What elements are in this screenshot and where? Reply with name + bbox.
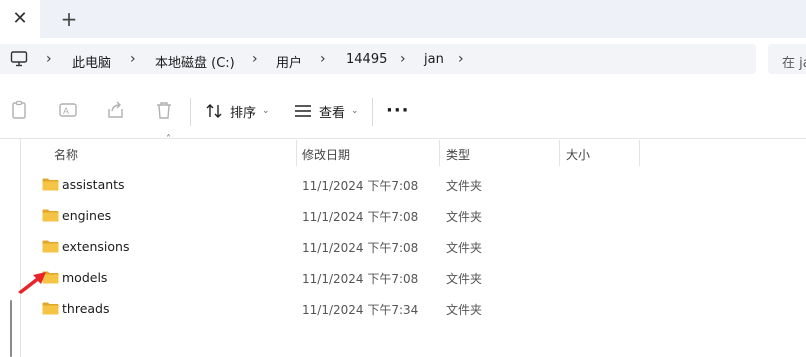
file-type: 文件夹 — [446, 179, 483, 193]
folder-icon — [42, 209, 59, 222]
delete-icon[interactable] — [154, 100, 174, 120]
file-name: assistants — [62, 177, 125, 192]
scrollbar[interactable] — [10, 300, 12, 357]
search-placeholder: 在 ja — [782, 56, 806, 71]
column-header-type[interactable]: 类型 — [446, 146, 470, 163]
breadcrumb-this-pc[interactable]: 此电脑 — [72, 52, 111, 71]
toolbar-separator — [190, 98, 191, 126]
file-row-threads[interactable]: threads 11/1/2024 下午7:34 文件夹 — [30, 294, 806, 324]
rename-icon[interactable]: A — [58, 100, 78, 120]
pane-divider — [20, 138, 21, 357]
column-divider[interactable] — [559, 140, 560, 166]
column-header-size[interactable]: 大小 — [566, 146, 590, 163]
file-name: models — [62, 270, 108, 285]
computer-icon[interactable] — [10, 50, 28, 68]
column-divider[interactable] — [439, 140, 440, 166]
file-type: 文件夹 — [446, 272, 483, 286]
chevron-right-icon[interactable]: › — [320, 51, 326, 67]
file-type: 文件夹 — [446, 241, 483, 255]
column-divider[interactable] — [296, 140, 297, 166]
file-modified: 11/1/2024 下午7:08 — [302, 272, 419, 286]
sort-ascending-icon: ˄ — [166, 134, 171, 145]
tab-bar — [0, 0, 806, 38]
file-type: 文件夹 — [446, 303, 483, 317]
svg-text:A: A — [63, 106, 69, 116]
file-type: 文件夹 — [446, 210, 483, 224]
chevron-right-icon[interactable]: › — [400, 51, 406, 67]
file-row-extensions[interactable]: extensions 11/1/2024 下午7:08 文件夹 — [30, 232, 806, 262]
toolbar-separator — [372, 98, 373, 126]
file-row-assistants[interactable]: assistants 11/1/2024 下午7:08 文件夹 — [30, 170, 806, 200]
red-arrow-annotation — [18, 272, 46, 294]
view-label: 查看 — [319, 105, 346, 121]
chevron-right-icon[interactable]: › — [252, 51, 258, 67]
column-divider[interactable] — [639, 140, 640, 166]
share-icon[interactable] — [106, 100, 126, 120]
file-modified: 11/1/2024 下午7:08 — [302, 179, 419, 193]
file-modified: 11/1/2024 下午7:34 — [302, 303, 419, 317]
file-row-models[interactable]: models 11/1/2024 下午7:08 文件夹 — [30, 263, 806, 293]
paste-icon[interactable] — [10, 100, 30, 120]
view-icon — [295, 105, 311, 117]
chevron-down-icon: ⌄ — [262, 106, 270, 116]
breadcrumb-local-disk[interactable]: 本地磁盘 (C:) — [155, 52, 235, 71]
sort-icon — [206, 104, 222, 118]
column-header-modified[interactable]: 修改日期 — [302, 146, 350, 163]
breadcrumb-user-folder[interactable]: 14495 — [346, 52, 387, 67]
breadcrumb-users[interactable]: 用户 — [276, 52, 302, 71]
sort-button[interactable]: 排序 ⌄ — [205, 100, 270, 122]
file-name: extensions — [62, 239, 130, 254]
close-icon[interactable]: ✕ — [12, 10, 27, 28]
file-modified: 11/1/2024 下午7:08 — [302, 241, 419, 255]
chevron-right-icon[interactable]: › — [458, 51, 464, 67]
view-button[interactable]: 查看 ⌄ — [294, 100, 359, 122]
folder-icon — [42, 240, 59, 253]
file-name: threads — [62, 301, 110, 316]
folder-icon — [42, 178, 59, 191]
breadcrumb-jan[interactable]: jan — [424, 52, 444, 67]
folder-icon — [42, 302, 59, 315]
more-options-button[interactable]: ··· — [386, 100, 410, 121]
file-modified: 11/1/2024 下午7:08 — [302, 210, 419, 224]
sort-label: 排序 — [230, 105, 257, 121]
chevron-right-icon[interactable]: › — [46, 51, 52, 67]
chevron-right-icon[interactable]: › — [130, 51, 136, 67]
file-row-engines[interactable]: engines 11/1/2024 下午7:08 文件夹 — [30, 201, 806, 231]
active-tab[interactable]: ✕ — [0, 0, 40, 38]
chevron-down-icon: ⌄ — [351, 106, 359, 116]
file-name: engines — [62, 208, 112, 223]
new-tab-button[interactable]: + — [56, 6, 82, 32]
column-header-name[interactable]: 名称 — [54, 146, 78, 163]
